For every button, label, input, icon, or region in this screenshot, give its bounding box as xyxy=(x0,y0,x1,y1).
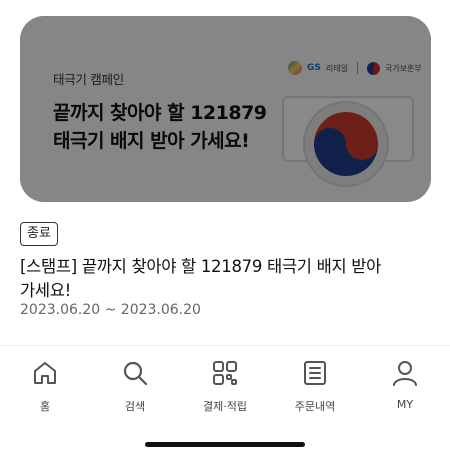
search-icon xyxy=(120,358,150,388)
nav-label-payment: 결제·적립 xyxy=(203,400,247,413)
event-banner[interactable]: 태극기 캠페인 끝까지 찾아야 할 121879 태극기 배지 받아 가세요! … xyxy=(20,16,431,202)
nav-item-search[interactable]: 검색 xyxy=(90,352,180,422)
nav-label-orders: 주문내역 xyxy=(294,400,336,413)
order-history-icon xyxy=(300,358,330,388)
payment-icon xyxy=(210,358,240,388)
nav-label-search: 검색 xyxy=(124,400,146,413)
person-icon xyxy=(390,358,420,388)
event-date: 2023.06.20 ~ 2023.06.20 xyxy=(20,302,201,318)
home-indicator[interactable] xyxy=(145,442,305,447)
nav-divider xyxy=(0,345,450,346)
nav-item-payment[interactable]: 결제·적립 xyxy=(180,352,270,422)
nav-item-my[interactable]: MY xyxy=(360,352,450,422)
status-badge: 종료 xyxy=(20,222,58,246)
home-icon xyxy=(30,358,60,388)
event-title[interactable]: [스탬프] 끝까지 찾아야 할 121879 태극기 배지 받아 가세요! xyxy=(20,255,432,303)
nav-label-my: MY xyxy=(396,398,414,411)
bottom-nav: 홈 검색 결제·적립 주문내역 MY xyxy=(0,352,450,422)
banner-dim-overlay xyxy=(20,16,431,202)
nav-item-home[interactable]: 홈 xyxy=(0,352,90,422)
nav-label-home: 홈 xyxy=(39,400,51,413)
nav-item-orders[interactable]: 주문내역 xyxy=(270,352,360,422)
